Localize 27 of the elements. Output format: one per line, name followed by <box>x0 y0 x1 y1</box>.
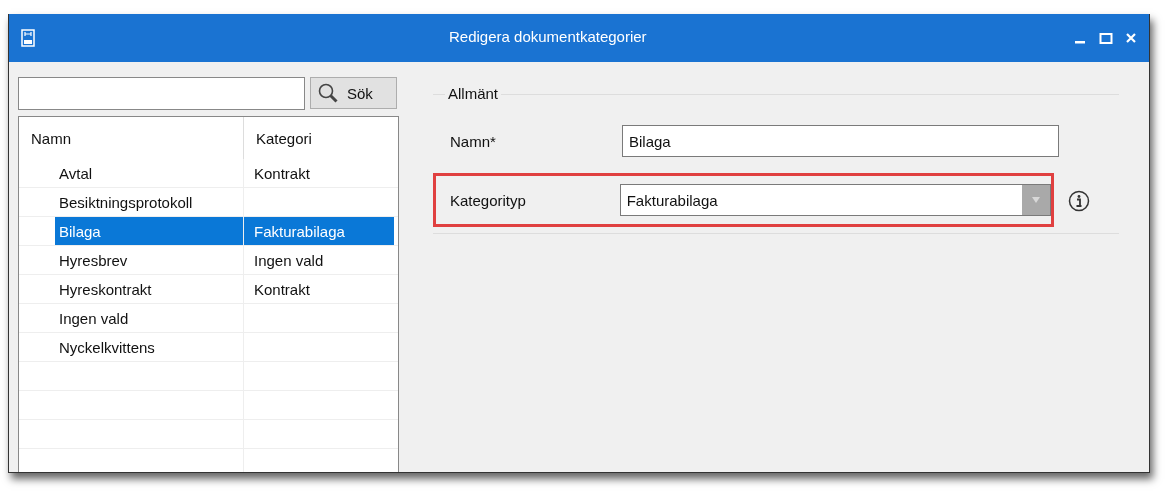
search-button[interactable]: Sök <box>310 77 397 109</box>
info-icon[interactable] <box>1068 190 1090 212</box>
group-title: Allmänt <box>445 85 502 102</box>
table-cell[interactable]: Besiktningsprotokoll <box>55 188 244 216</box>
close-icon[interactable] <box>1125 31 1137 45</box>
table-cell[interactable]: Hyresbrev <box>55 246 244 274</box>
table-cell[interactable]: Bilaga <box>55 217 244 245</box>
maximize-icon[interactable] <box>1099 31 1113 45</box>
table-cell[interactable]: Kontrakt <box>244 275 394 303</box>
table-cell[interactable]: Avtal <box>55 159 244 187</box>
app-icon <box>21 29 35 47</box>
field-label: Kategorityp <box>450 191 527 209</box>
table-cell[interactable]: Hyreskontrakt <box>55 275 244 303</box>
field-label: Namn* <box>450 132 497 150</box>
category-dropdown[interactable]: Fakturabilaga <box>619 184 1051 216</box>
search-field[interactable] <box>18 77 305 110</box>
window-title: Redigera dokumentkategorier <box>449 28 647 45</box>
column-header[interactable]: Kategori <box>244 117 394 159</box>
caret-icon <box>1031 196 1041 204</box>
search-icon <box>317 82 339 104</box>
name-field[interactable]: Bilaga <box>622 125 1059 157</box>
table-cell[interactable]: Ingen vald <box>244 246 394 274</box>
table-cell[interactable]: Nyckelkvittens <box>55 333 244 361</box>
table-cell[interactable]: Fakturabilaga <box>244 217 394 245</box>
column-header[interactable]: Namn <box>19 117 244 159</box>
table-cell[interactable]: Ingen vald <box>55 304 244 332</box>
table-cell[interactable]: Kontrakt <box>244 159 394 187</box>
